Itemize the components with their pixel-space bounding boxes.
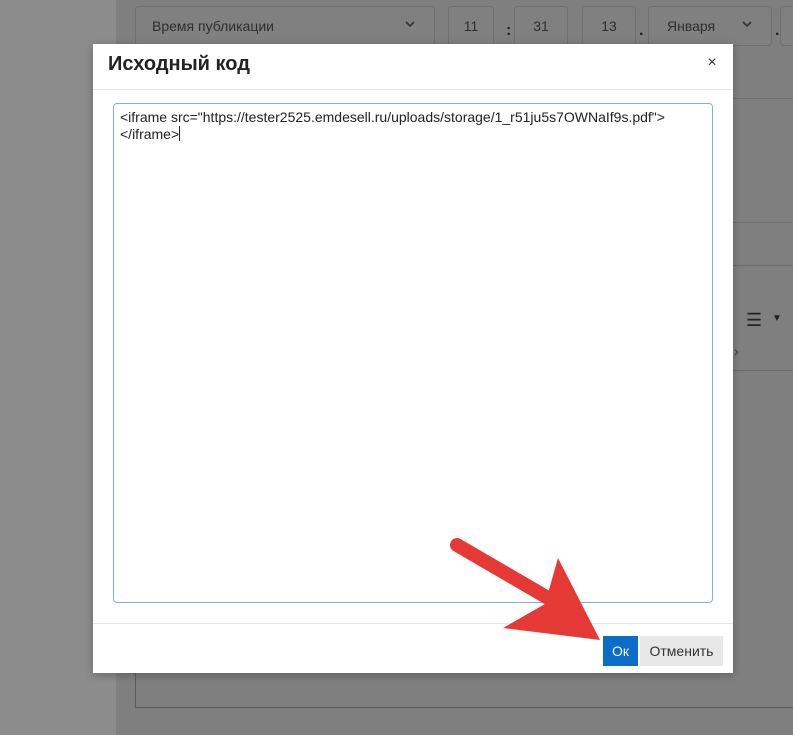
bulleted-list-icon[interactable]: ☰ <box>746 310 762 331</box>
divider <box>733 98 793 99</box>
dialog-title: Исходный код <box>108 53 250 75</box>
code-line-2: </iframe> <box>120 126 180 142</box>
date-separator: . <box>639 22 644 39</box>
code-line-1: <iframe src="https://tester2525.emdesell… <box>120 109 665 125</box>
time-separator: : <box>506 22 512 39</box>
publish-time-select[interactable]: Время публикации <box>135 6 435 46</box>
divider <box>733 222 793 223</box>
source-code-textarea[interactable]: <iframe src="https://tester2525.emdesell… <box>113 103 713 603</box>
chevron-down-icon <box>404 18 416 33</box>
hour-value: 11 <box>463 18 479 34</box>
chevron-right-icon[interactable]: › <box>734 343 739 359</box>
close-icon[interactable]: × <box>705 54 719 72</box>
caret-down-icon[interactable]: ▼ <box>772 313 782 324</box>
publish-time-label: Время публикации <box>152 18 275 34</box>
text-cursor <box>179 126 181 141</box>
editor-toolbar-background <box>733 265 793 371</box>
dialog-header: Исходный код × <box>93 44 733 90</box>
dialog-footer: Ок Отменить <box>93 623 733 673</box>
day-input[interactable]: 13 <box>582 6 636 46</box>
month-select[interactable]: Января <box>648 6 772 46</box>
cancel-button[interactable]: Отменить <box>640 636 723 666</box>
hour-input[interactable]: 11 <box>448 6 494 46</box>
day-value: 13 <box>601 18 617 34</box>
year-input[interactable] <box>780 6 793 46</box>
month-value: Января <box>667 18 716 34</box>
date-separator-2: . <box>775 22 780 39</box>
chevron-down-icon <box>741 18 753 33</box>
ok-button[interactable]: Ок <box>603 636 638 666</box>
source-code-dialog: Исходный код × <iframe src="https://test… <box>93 44 733 673</box>
editor-content-box <box>135 672 793 708</box>
minute-value: 31 <box>533 18 549 34</box>
minute-input[interactable]: 31 <box>514 6 568 46</box>
